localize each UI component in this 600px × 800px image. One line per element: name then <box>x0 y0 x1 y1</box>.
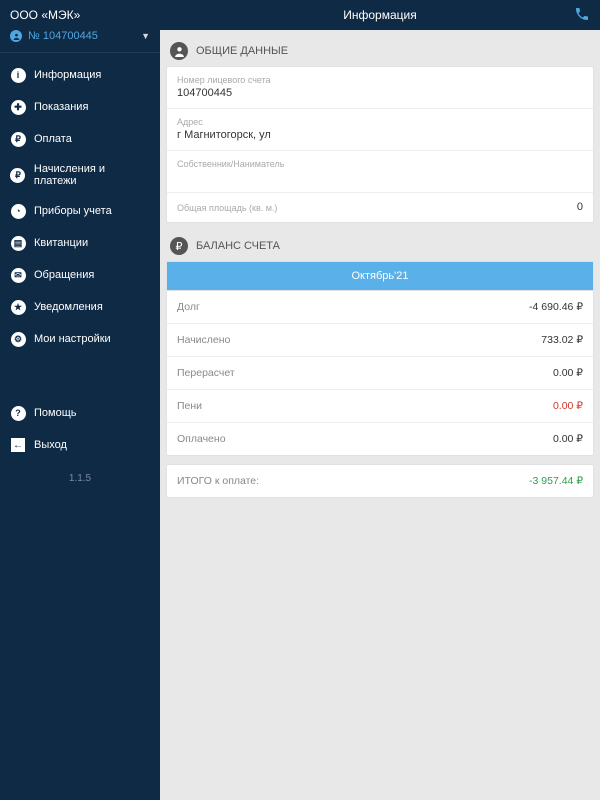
version-label: 1.1.5 <box>0 467 160 490</box>
balance-row-recalc: Перерасчет 0.00 ₽ <box>167 357 593 390</box>
row-value: -4 690.46 ₽ <box>529 301 583 313</box>
field-owner: Собственник/Наниматель <box>167 151 593 193</box>
account-selector[interactable]: № 104700445 ▼ <box>0 26 160 53</box>
section-title: ОБЩИЕ ДАННЫЕ <box>196 45 288 57</box>
section-general-header: ОБЩИЕ ДАННЫЕ <box>166 36 594 66</box>
account-number: № 104700445 <box>28 30 98 42</box>
topbar: Информация <box>160 0 600 30</box>
ruble-icon: ₽ <box>10 167 26 183</box>
row-value: 0.00 ₽ <box>553 433 583 445</box>
field-value: 104700445 <box>177 87 583 100</box>
sidebar-item-label: Квитанции <box>34 237 88 249</box>
meter-icon: ◔ <box>10 203 26 219</box>
sidebar-item-meters[interactable]: ◔ Приборы учета <box>0 195 160 227</box>
sidebar: ООО «МЭК» № 104700445 ▼ i Информация ✚ П… <box>0 0 160 800</box>
page-title: Информация <box>343 8 416 22</box>
sidebar-item-readings[interactable]: ✚ Показания <box>0 91 160 123</box>
sidebar-item-exit[interactable]: ← Выход <box>0 429 160 461</box>
sidebar-item-settings[interactable]: ⚙ Мои настройки <box>0 323 160 355</box>
sidebar-item-label: Приборы учета <box>34 205 112 217</box>
sidebar-item-label: Помощь <box>34 407 77 419</box>
balance-row-penalty: Пени 0.00 ₽ <box>167 390 593 423</box>
main: Информация ОБЩИЕ ДАННЫЕ Номер лицевого с… <box>160 0 600 800</box>
field-area: Общая площадь (кв. м.) 0 <box>167 193 593 222</box>
person-icon <box>170 42 188 60</box>
general-card: Номер лицевого счета 104700445 Адрес г М… <box>166 66 594 223</box>
sidebar-item-label: Информация <box>34 69 101 81</box>
section-balance-header: ₽ БАЛАНС СЧЕТА <box>166 231 594 261</box>
row-value: -3 957.44 ₽ <box>529 475 583 487</box>
balance-row-paid: Оплачено 0.00 ₽ <box>167 423 593 455</box>
wallet-icon: ₽ <box>10 131 26 147</box>
row-label: Долг <box>177 301 200 313</box>
balance-card: Октябрь'21 Долг -4 690.46 ₽ Начислено 73… <box>166 261 594 456</box>
field-value: 0 <box>577 201 583 214</box>
field-label: Общая площадь (кв. м.) <box>177 203 277 213</box>
gear-icon: ⚙ <box>10 331 26 347</box>
row-value: 0.00 ₽ <box>553 400 583 412</box>
sidebar-item-help[interactable]: ? Помощь <box>0 397 160 429</box>
sidebar-item-label: Уведомления <box>34 301 103 313</box>
field-account: Номер лицевого счета 104700445 <box>167 67 593 109</box>
nav-main: i Информация ✚ Показания ₽ Оплата ₽ Начи… <box>0 53 160 361</box>
field-label: Собственник/Наниматель <box>177 159 583 169</box>
sidebar-item-label: Обращения <box>34 269 94 281</box>
row-value: 0.00 ₽ <box>553 367 583 379</box>
org-name: ООО «МЭК» <box>0 0 160 26</box>
balance-row-charged: Начислено 733.02 ₽ <box>167 324 593 357</box>
chat-icon: ✉ <box>10 267 26 283</box>
sidebar-item-receipts[interactable]: ▤ Квитанции <box>0 227 160 259</box>
row-label: Перерасчет <box>177 367 235 379</box>
phone-icon[interactable] <box>574 6 590 25</box>
sidebar-item-charges[interactable]: ₽ Начисления и платежи <box>0 155 160 195</box>
balance-total-card: ИТОГО к оплате: -3 957.44 ₽ <box>166 464 594 498</box>
info-icon: i <box>10 67 26 83</box>
sidebar-item-label: Выход <box>34 439 67 451</box>
sidebar-item-notifications[interactable]: ★ Уведомления <box>0 291 160 323</box>
field-label: Адрес <box>177 117 583 127</box>
user-icon <box>10 30 22 42</box>
period-selector[interactable]: Октябрь'21 <box>167 262 593 291</box>
ruble-icon: ₽ <box>170 237 188 255</box>
section-title: БАЛАНС СЧЕТА <box>196 240 280 252</box>
field-value <box>177 171 583 184</box>
row-value: 733.02 ₽ <box>541 334 583 346</box>
row-label: Оплачено <box>177 433 226 445</box>
row-label: Начислено <box>177 334 230 346</box>
field-address: Адрес г Магнитогорск, ул <box>167 109 593 151</box>
sidebar-item-label: Показания <box>34 101 88 113</box>
sidebar-item-tickets[interactable]: ✉ Обращения <box>0 259 160 291</box>
bell-icon: ★ <box>10 299 26 315</box>
receipt-icon: ▤ <box>10 235 26 251</box>
sidebar-item-label: Оплата <box>34 133 72 145</box>
sidebar-item-info[interactable]: i Информация <box>0 59 160 91</box>
balance-row-total: ИТОГО к оплате: -3 957.44 ₽ <box>167 465 593 497</box>
exit-icon: ← <box>10 437 26 453</box>
sidebar-item-label: Мои настройки <box>34 333 111 345</box>
field-label: Номер лицевого счета <box>177 75 583 85</box>
field-value: г Магнитогорск, ул <box>177 129 583 142</box>
content: ОБЩИЕ ДАННЫЕ Номер лицевого счета 104700… <box>160 30 600 800</box>
sidebar-item-label: Начисления и платежи <box>34 163 150 187</box>
sidebar-item-payment[interactable]: ₽ Оплата <box>0 123 160 155</box>
readings-icon: ✚ <box>10 99 26 115</box>
chevron-down-icon: ▼ <box>141 31 150 41</box>
balance-row-debt: Долг -4 690.46 ₽ <box>167 291 593 324</box>
nav-extra: ? Помощь ← Выход <box>0 391 160 467</box>
row-label: ИТОГО к оплате: <box>177 475 259 487</box>
row-label: Пени <box>177 400 202 412</box>
help-icon: ? <box>10 405 26 421</box>
